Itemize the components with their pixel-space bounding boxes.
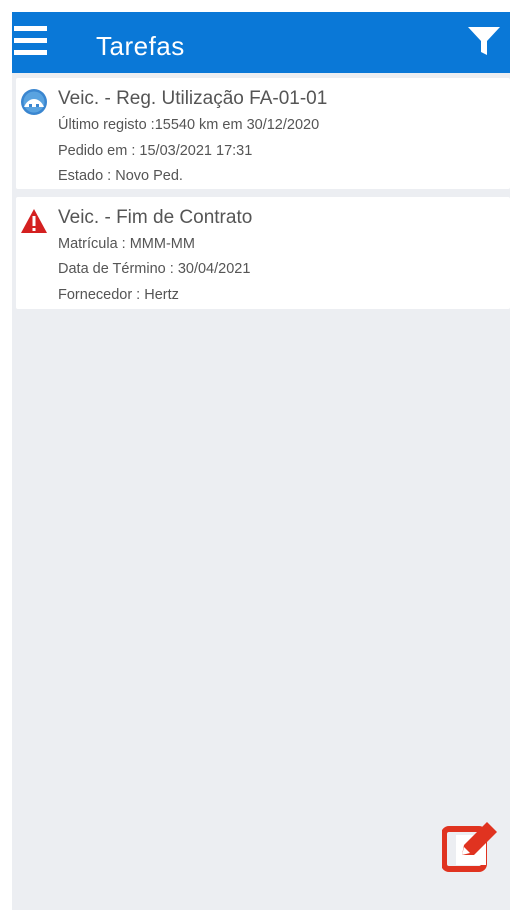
task-detail-supplier: Fornecedor : Hertz — [58, 287, 179, 303]
page-title: Tarefas — [96, 31, 185, 61]
app-screen: Tarefas Veic. - Reg. Utilização FA-01-01… — [12, 12, 510, 910]
filter-funnel-icon[interactable] — [467, 24, 501, 58]
task-title: Veic. - Fim de Contrato — [58, 207, 253, 228]
vehicle-usage-icon — [21, 89, 47, 115]
hamburger-menu-icon[interactable] — [14, 24, 50, 60]
task-detail-requested-at: Pedido em : 15/03/2021 17:31 — [58, 143, 253, 159]
edit-icon[interactable] — [442, 817, 502, 873]
task-card-usage-registration[interactable]: Veic. - Reg. Utilização FA-01-01 Último … — [16, 78, 510, 189]
app-header: Tarefas — [12, 12, 510, 73]
task-detail-last-record: Último registo :15540 km em 30/12/2020 — [58, 117, 320, 133]
task-detail-end-date: Data de Término : 30/04/2021 — [58, 261, 251, 277]
task-card-contract-end[interactable]: Veic. - Fim de Contrato Matrícula : MMM-… — [16, 197, 510, 309]
task-detail-plate: Matrícula : MMM-MM — [58, 236, 195, 252]
warning-triangle-icon — [21, 209, 47, 233]
task-detail-status: Estado : Novo Ped. — [58, 168, 183, 184]
task-title: Veic. - Reg. Utilização FA-01-01 — [58, 88, 328, 109]
